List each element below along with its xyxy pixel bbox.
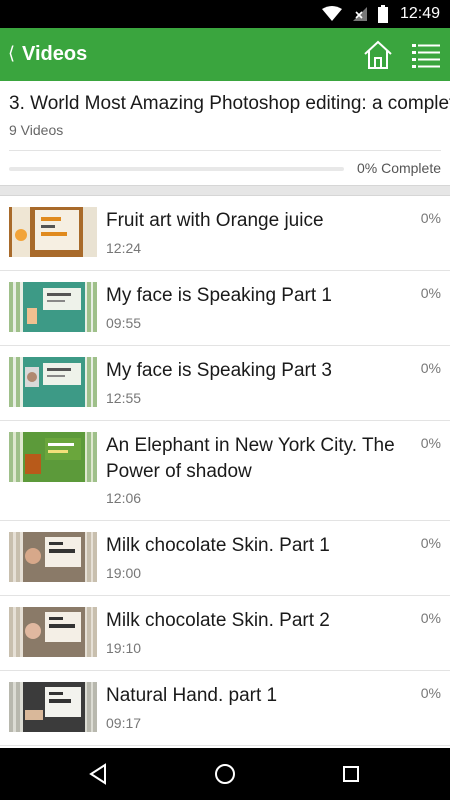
video-title: Natural Hand. part 1 — [106, 685, 278, 706]
video-thumbnail — [9, 682, 97, 732]
nav-home-button[interactable] — [211, 760, 239, 788]
status-time: 12:49 — [399, 5, 440, 22]
cell-signal-icon — [352, 7, 367, 21]
video-title: Fruit art with Orange juice — [106, 210, 324, 231]
section-divider — [0, 185, 450, 196]
video-duration: 12:06 — [106, 490, 142, 506]
video-progress-percent: 0% — [420, 435, 441, 451]
video-progress-percent: 0% — [420, 285, 441, 301]
video-title: An Elephant in New York City. The Power … — [106, 435, 395, 482]
course-title: 3. World Most Amazing Photoshop editing:… — [9, 93, 450, 114]
video-thumbnail — [9, 282, 97, 332]
video-thumbnail — [9, 207, 97, 257]
system-nav-bar — [0, 748, 450, 800]
video-item[interactable]: Milk chocolate Skin. Part 1 19:00 0% — [0, 521, 450, 596]
video-title: Milk chocolate Skin. Part 2 — [106, 610, 330, 631]
list-menu-icon — [412, 44, 440, 68]
video-count: 9 Videos — [9, 122, 64, 138]
video-item[interactable]: Natural Hand. part 1 09:17 0% — [0, 671, 450, 746]
nav-recents-icon — [343, 766, 359, 782]
chevron-left-icon[interactable]: ⟨ — [8, 43, 15, 63]
course-progress-label: 0% Complete — [356, 160, 441, 176]
nav-home-icon — [215, 764, 235, 784]
app-bar: ⟨ Videos — [0, 28, 450, 81]
home-button[interactable] — [362, 40, 394, 70]
status-bar: 12:49 — [0, 0, 450, 28]
battery-icon — [377, 5, 388, 23]
video-thumbnail — [9, 607, 97, 657]
home-icon — [364, 40, 392, 69]
status-icons: 12:49 — [321, 0, 440, 28]
video-progress-percent: 0% — [420, 360, 441, 376]
video-progress-percent: 0% — [420, 685, 441, 701]
video-duration: 19:10 — [106, 640, 142, 656]
video-progress-percent: 0% — [420, 210, 441, 226]
video-duration: 09:17 — [106, 715, 142, 731]
video-progress-percent: 0% — [420, 535, 441, 551]
video-thumbnail — [9, 432, 97, 482]
divider — [9, 150, 441, 151]
video-title: Milk chocolate Skin. Part 1 — [106, 535, 330, 556]
nav-recents-button[interactable] — [337, 760, 365, 788]
page-title[interactable]: Videos — [22, 41, 87, 67]
video-duration: 09:55 — [106, 315, 142, 331]
video-duration: 12:24 — [106, 240, 142, 256]
video-item[interactable]: My face is Speaking Part 3 12:55 0% — [0, 346, 450, 421]
nav-back-button[interactable] — [85, 760, 113, 788]
video-progress-percent: 0% — [420, 610, 441, 626]
course-progress-bar — [9, 167, 344, 171]
list-menu-button[interactable] — [410, 40, 442, 70]
video-title: My face is Speaking Part 1 — [106, 285, 332, 306]
video-item[interactable]: Fruit art with Orange juice 12:24 0% — [0, 196, 450, 271]
video-item[interactable]: Milk chocolate Skin. Part 2 19:10 0% — [0, 596, 450, 671]
course-header: 3. World Most Amazing Photoshop editing:… — [0, 81, 450, 185]
video-thumbnail — [9, 532, 97, 582]
video-duration: 19:00 — [106, 565, 142, 581]
video-thumbnail — [9, 357, 97, 407]
video-list: Fruit art with Orange juice 12:24 0% My … — [0, 196, 450, 748]
wifi-icon — [321, 6, 342, 21]
video-item[interactable]: My face is Speaking Part 1 09:55 0% — [0, 271, 450, 346]
nav-back-icon — [89, 763, 106, 785]
video-item[interactable]: An Elephant in New York City. The Power … — [0, 421, 450, 521]
video-duration: 12:55 — [106, 390, 142, 406]
video-title: My face is Speaking Part 3 — [106, 360, 332, 381]
